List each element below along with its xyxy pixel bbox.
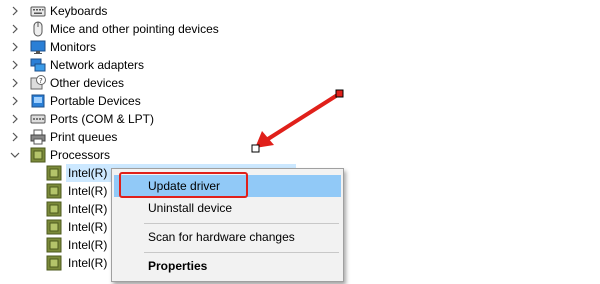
arrow-handle-icon [335,89,344,98]
arrow-handle-icon [251,144,260,153]
annotation-arrow [251,89,344,153]
